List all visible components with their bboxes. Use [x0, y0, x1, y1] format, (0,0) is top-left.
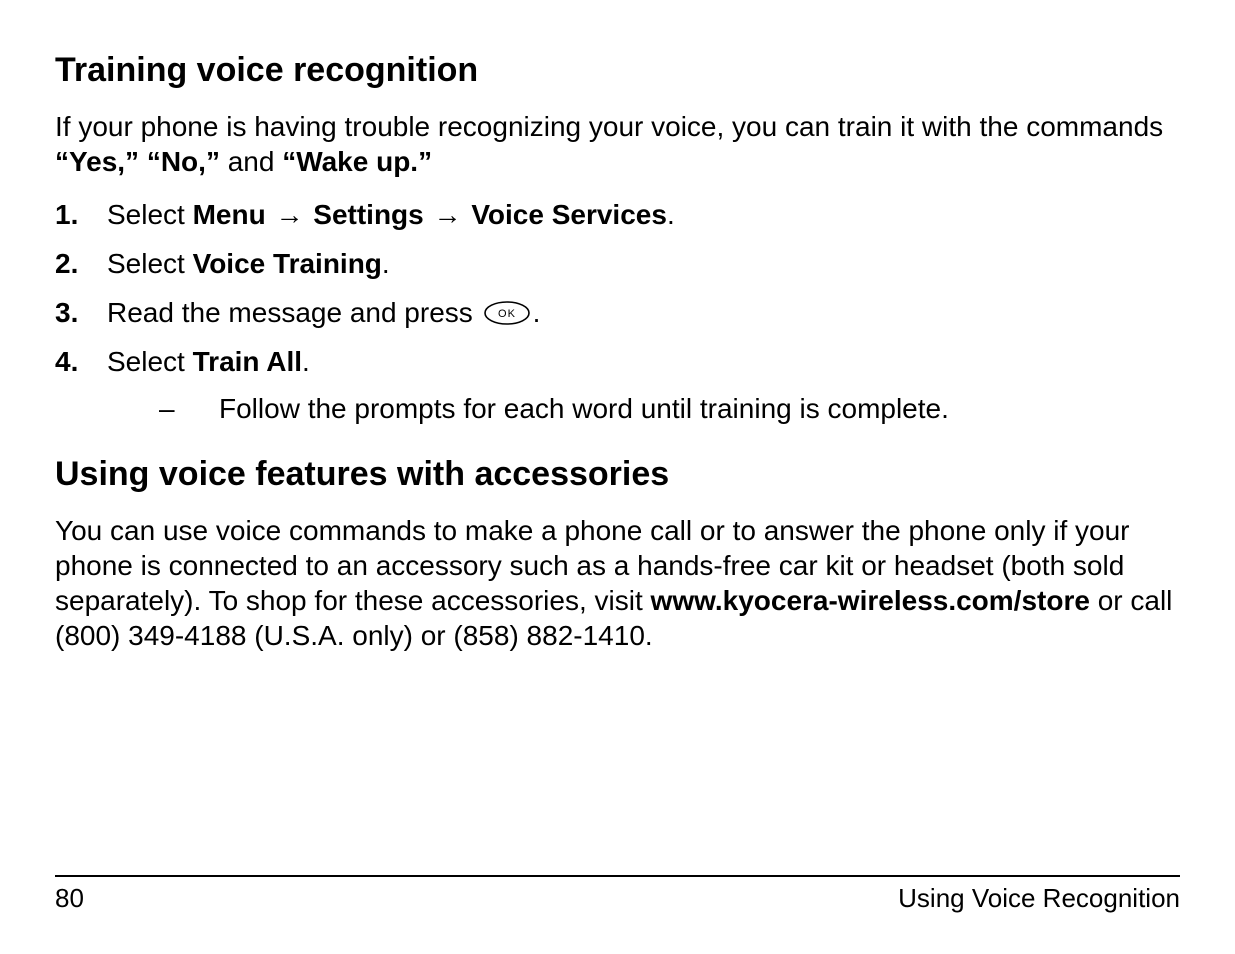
sub-step-text: Follow the prompts for each word until t… [219, 391, 949, 426]
svg-text:OK: OK [498, 308, 516, 320]
heading-voice-accessories: Using voice features with accessories [55, 454, 1180, 495]
arrow-icon: → [266, 199, 314, 230]
step-2: 2. Select Voice Training. [55, 246, 1180, 281]
intro-text-pre: If your phone is having trouble recogniz… [55, 111, 1163, 142]
menu-path-settings: Settings [313, 199, 423, 230]
page-number: 80 [55, 883, 84, 914]
accessories-paragraph: You can use voice commands to make a pho… [55, 513, 1180, 653]
step-number: 3. [55, 295, 107, 330]
page-footer: 80 Using Voice Recognition [55, 875, 1180, 914]
menu-path-menu: Menu [193, 199, 266, 230]
step-body: Select Train All. – Follow the prompts f… [107, 344, 1180, 426]
step-number: 2. [55, 246, 107, 281]
step-period: . [533, 297, 541, 328]
step-text: Select [107, 248, 193, 279]
step-period: . [382, 248, 390, 279]
heading-training-voice: Training voice recognition [55, 50, 1180, 91]
step-1: 1. Select Menu → Settings → Voice Servic… [55, 197, 1180, 232]
step-text: Select [107, 199, 193, 230]
manual-page: Training voice recognition If your phone… [0, 0, 1235, 954]
sub-step-dash: – [159, 391, 219, 426]
ok-button-icon: OK [483, 301, 531, 325]
step-text: Select [107, 346, 193, 377]
menu-item-train-all: Train All [193, 346, 302, 377]
menu-item-voice-training: Voice Training [193, 248, 382, 279]
intro-paragraph: If your phone is having trouble recogniz… [55, 109, 1180, 179]
step-number: 4. [55, 344, 107, 426]
step-body: Select Menu → Settings → Voice Services. [107, 197, 1180, 232]
section-title: Using Voice Recognition [898, 883, 1180, 914]
step-number: 1. [55, 197, 107, 232]
sub-step: – Follow the prompts for each word until… [159, 391, 1180, 426]
step-body: Select Voice Training. [107, 246, 1180, 281]
footer-rule [55, 875, 1180, 877]
step-text: Read the message and press [107, 297, 481, 328]
step-body: Read the message and press OK . [107, 295, 1180, 330]
intro-text-mid: and [220, 146, 282, 177]
step-4: 4. Select Train All. – Follow the prompt… [55, 344, 1180, 426]
footer-row: 80 Using Voice Recognition [55, 883, 1180, 914]
steps-list: 1. Select Menu → Settings → Voice Servic… [55, 197, 1180, 426]
step-period: . [667, 199, 675, 230]
step-3: 3. Read the message and press OK . [55, 295, 1180, 330]
intro-commands-1: “Yes,” “No,” [55, 146, 220, 177]
menu-path-voice-services: Voice Services [471, 199, 667, 230]
accessories-url: www.kyocera-wireless.com/store [651, 585, 1090, 616]
step-period: . [302, 346, 310, 377]
intro-commands-2: “Wake up.” [282, 146, 432, 177]
arrow-icon: → [424, 199, 472, 230]
